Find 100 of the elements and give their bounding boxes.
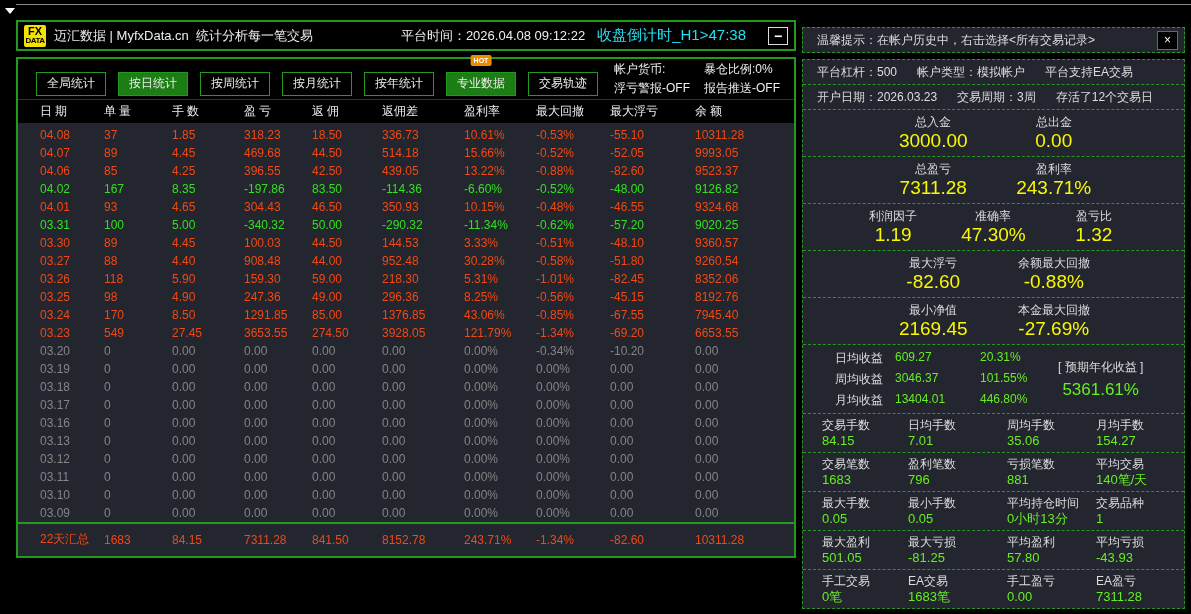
stat-value: -43.93 <box>1096 550 1134 565</box>
stat-label: 平均交易 <box>1096 457 1145 472</box>
account-info: 交易周期：3周 <box>957 88 1036 106</box>
table-cell-text: -82.45 <box>610 271 646 286</box>
stat-label: 手工盈亏 <box>1007 574 1056 589</box>
app-title: 迈汇数据 | MyfxData.cn 统计分析每一笔交易 <box>54 26 314 45</box>
table-cell-text: -6.60% <box>464 181 504 196</box>
table-cell-text: 03.13 <box>40 433 72 448</box>
table-cell-text: 03.27 <box>40 253 72 268</box>
column-header: 盈 亏 <box>244 102 273 120</box>
account-status-label: 报告推送-OFF <box>704 79 781 97</box>
summary-cell-text: 22天汇总 <box>40 531 91 549</box>
table-cell-text: 1291.85 <box>244 307 289 322</box>
table-cell-text: 0.00 <box>382 415 407 430</box>
stat-label: 最小手数 <box>908 496 957 511</box>
table-cell-text: -57.20 <box>610 217 646 232</box>
table-cell-text: 0 <box>104 415 112 430</box>
table-cell-text: 5.90 <box>172 271 197 286</box>
stat-value: 0小时13分 <box>1007 511 1069 526</box>
table-cell-text: -45.15 <box>610 289 646 304</box>
tab[interactable]: 按日统计 <box>118 71 188 96</box>
stat-label: 利润因子 <box>869 210 918 222</box>
table-cell-text: 0.00 <box>695 487 720 502</box>
tab[interactable]: 按月统计 <box>282 71 352 96</box>
table-cell-text: 0.00 <box>382 451 407 466</box>
tab[interactable]: 全局统计 <box>36 71 106 96</box>
table-cell-text: 9324.68 <box>695 199 740 214</box>
tab[interactable]: 专业数据 <box>446 71 516 96</box>
table-cell-text: 0.00% <box>464 451 500 466</box>
stat-value: 1.19 <box>874 225 912 244</box>
table-cell-text: -0.88% <box>536 163 576 178</box>
table-cell-text: 0.00% <box>536 469 572 484</box>
table-cell-text: 8.35 <box>172 181 197 196</box>
table-cell-text: 0.00% <box>464 469 500 484</box>
table-cell-text: 04.06 <box>40 163 72 178</box>
table-cell-text: 85.00 <box>312 307 344 322</box>
table-cell-text: 0.00 <box>172 469 197 484</box>
table-cell-text: 4.90 <box>172 289 197 304</box>
stat-value: 35.06 <box>1007 433 1041 448</box>
table-cell-text: 0.00 <box>382 343 407 358</box>
table-cell-text: 03.25 <box>40 289 72 304</box>
return-amount: 609.27 <box>895 349 933 366</box>
table-cell-text: 3.33% <box>464 235 500 250</box>
table-cell-text: 0.00 <box>244 451 269 466</box>
table-cell-text: 0.00 <box>610 451 635 466</box>
table-cell-text: 03.18 <box>40 379 72 394</box>
table-cell-text: 9993.05 <box>695 145 740 160</box>
tab[interactable]: 按年统计 <box>364 71 434 96</box>
table-cell-text: 0.00 <box>312 433 337 448</box>
stat-value: 1.32 <box>1075 225 1113 244</box>
table-cell-text: 0.00 <box>172 343 197 358</box>
tab[interactable]: 交易轨迹 <box>528 71 598 96</box>
stat-label: 总出金 <box>1035 116 1072 128</box>
table-cell-text: -10.20 <box>610 343 646 358</box>
stat-value: 154.27 <box>1096 433 1137 448</box>
table-cell-text: 170 <box>104 307 126 322</box>
table-cell-text: 908.48 <box>244 253 282 268</box>
table-cell-text: 296.36 <box>382 289 420 304</box>
stat-value: 84.15 <box>822 433 856 448</box>
tab[interactable]: 按周统计 <box>200 71 270 96</box>
table-cell-text: 0 <box>104 451 112 466</box>
table-cell-text: 118 <box>104 271 125 286</box>
table-cell-text: 0.00 <box>695 469 720 484</box>
table-cell-text: 0.00 <box>172 505 197 520</box>
close-button[interactable]: × <box>1157 30 1178 50</box>
table-cell-text: 0.00% <box>536 397 572 412</box>
table-cell-text: 0.00% <box>464 433 500 448</box>
table-cell-text: 0.00 <box>244 505 269 520</box>
account-status-label: 帐户货币: <box>614 60 667 78</box>
table-cell-text: 9523.37 <box>695 163 740 178</box>
stat-label: 手工交易 <box>822 574 871 589</box>
column-header: 日 期 <box>40 102 69 120</box>
table-cell-text: 0.00 <box>610 397 635 412</box>
table-cell-text: 0 <box>104 469 112 484</box>
table-cell-text: 5.00 <box>172 217 197 232</box>
stat-label: 平均盈利 <box>1007 535 1056 550</box>
minimize-button[interactable]: − <box>768 26 788 45</box>
table-cell-text: 0.00 <box>172 487 197 502</box>
table-cell-text: 0.00% <box>464 415 500 430</box>
summary-cell-text: 841.50 <box>312 532 350 547</box>
table-cell-text: 0.00 <box>244 397 269 412</box>
table-cell-text: 0.00 <box>312 487 337 502</box>
table-cell-text: 0.00 <box>382 397 407 412</box>
table-cell-text: 0.00 <box>312 505 337 520</box>
table-cell-text: 0.00 <box>610 415 635 430</box>
summary-cell-text: 7311.28 <box>244 532 288 547</box>
table-cell-text: 549 <box>104 325 126 340</box>
table-cell-text: -52.05 <box>610 145 646 160</box>
dropdown-caret-icon[interactable] <box>5 8 15 14</box>
table-cell-text: 0.00% <box>464 361 500 376</box>
stat-value: 0.00 <box>1035 131 1073 150</box>
table-cell-text: 04.01 <box>40 199 72 214</box>
table-cell-text: 0.00 <box>382 379 407 394</box>
table-cell-text: 9126.82 <box>695 181 740 196</box>
table-cell-text: 121.79% <box>464 325 513 340</box>
table-cell-text: 03.23 <box>40 325 72 340</box>
stat-label: 亏损笔数 <box>1007 457 1056 472</box>
stat-value: 3000.00 <box>898 131 968 150</box>
table-cell-text: 0.00% <box>536 379 572 394</box>
stat-label: 准确率 <box>975 210 1012 222</box>
